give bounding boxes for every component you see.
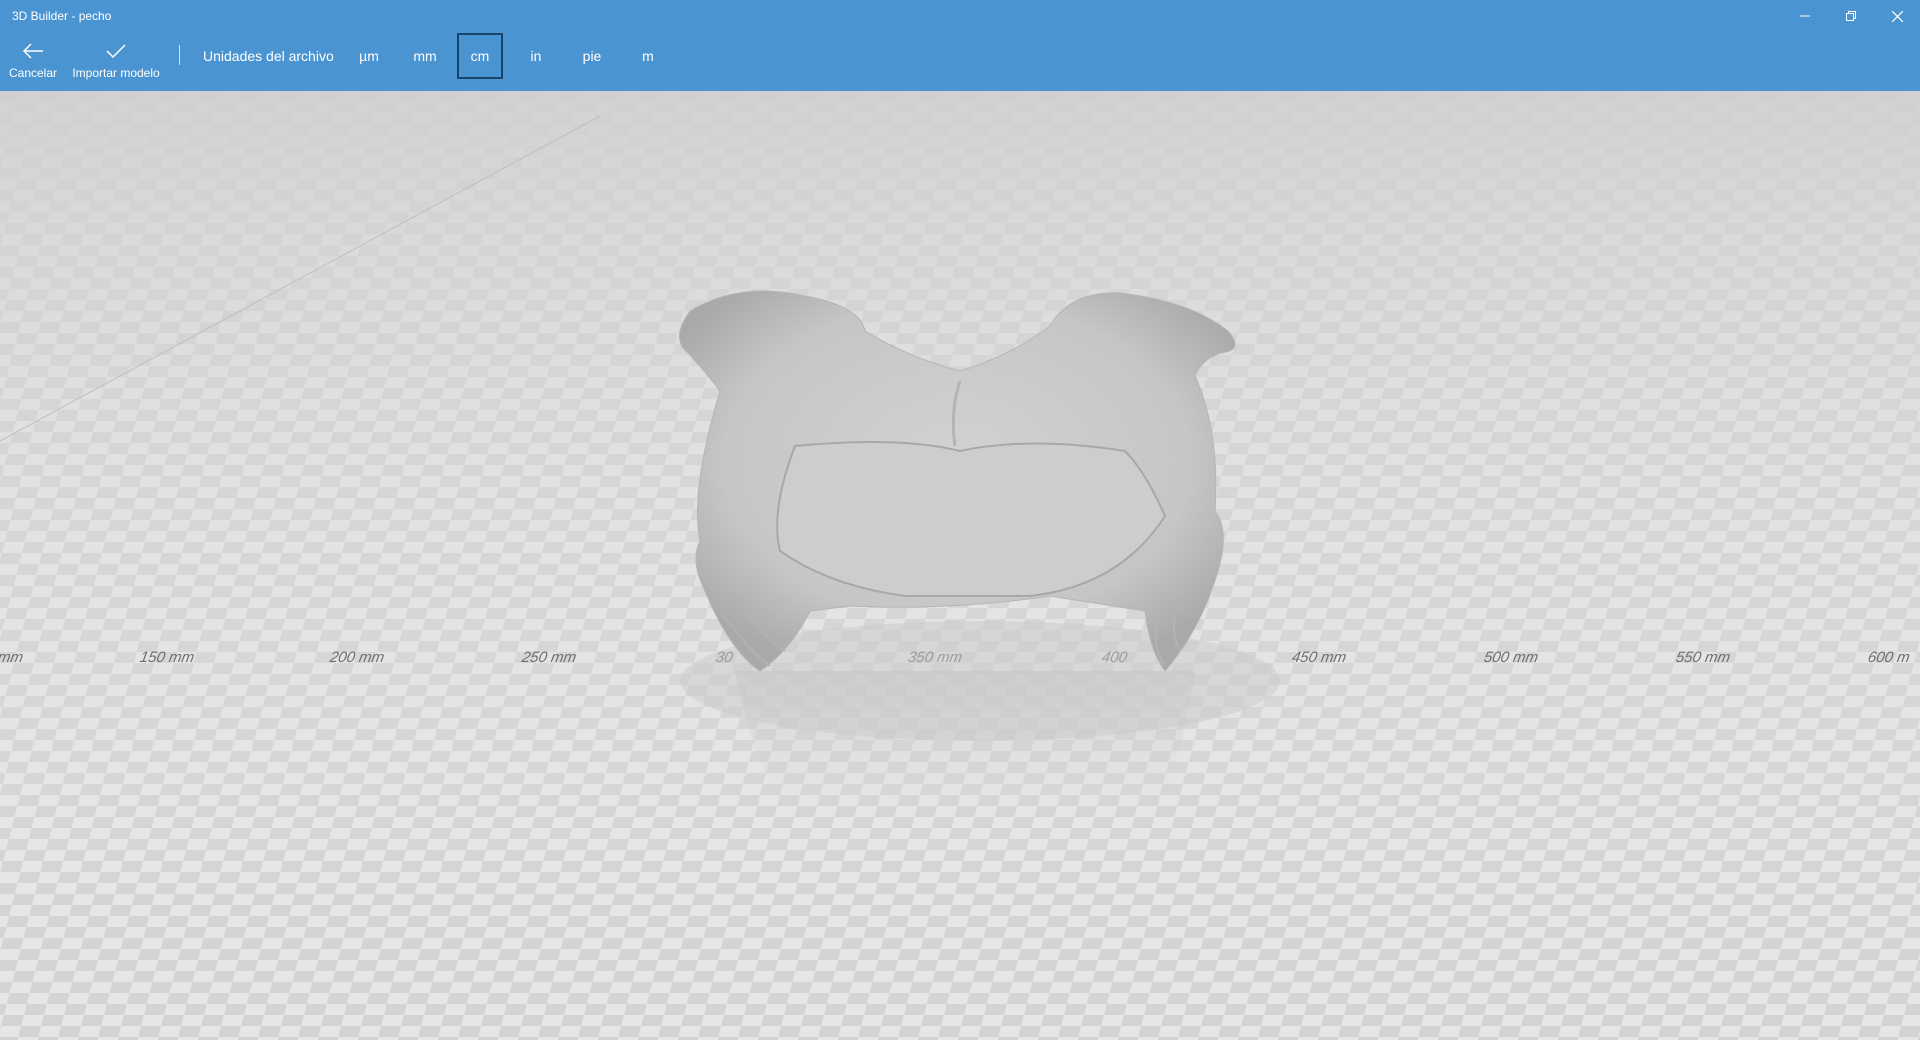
unit-option-inch[interactable]: in — [513, 33, 559, 79]
unit-option-meter[interactable]: m — [625, 33, 671, 79]
toolbar-separator — [179, 45, 180, 65]
import-model-button[interactable]: Importar modelo — [70, 38, 162, 80]
minimize-button[interactable] — [1782, 0, 1828, 32]
unit-option-millimeter[interactable]: mm — [402, 33, 448, 79]
close-icon — [1891, 10, 1903, 22]
cancel-label: Cancelar — [8, 66, 58, 80]
minimize-icon — [1800, 15, 1810, 17]
restore-button[interactable] — [1828, 0, 1874, 32]
unit-option-centimeter[interactable]: cm — [457, 33, 503, 79]
unit-option-micrometer[interactable]: µm — [346, 33, 392, 79]
cancel-button[interactable]: Cancelar — [8, 38, 58, 80]
checkmark-icon — [106, 44, 126, 59]
restore-icon — [1846, 11, 1856, 21]
3d-viewport[interactable]: mm 150 mm 200 mm 250 mm 30 350 mm 400 45… — [0, 91, 1920, 1040]
chest-armor-model[interactable] — [0, 91, 1920, 1040]
close-button[interactable] — [1874, 0, 1920, 32]
back-arrow-icon — [22, 43, 43, 59]
window-title: 3D Builder - pecho — [12, 9, 112, 23]
title-toolbar-band: 3D Builder - pecho Cancelar Importar mod… — [0, 0, 1920, 91]
unit-option-foot[interactable]: pie — [569, 33, 615, 79]
file-units-label: Unidades del archivo — [203, 48, 334, 64]
import-model-label: Importar modelo — [72, 66, 160, 80]
